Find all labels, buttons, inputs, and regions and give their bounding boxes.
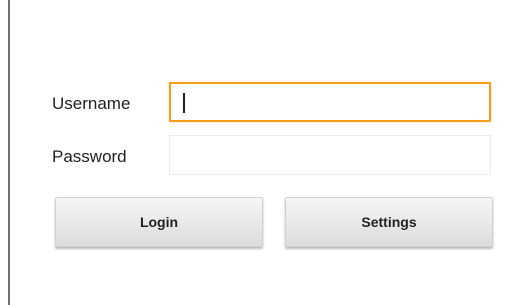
password-label: Password [52, 147, 127, 166]
login-button[interactable]: Login [55, 197, 263, 247]
login-screen: Username Password Login Settings [0, 0, 530, 305]
text-caret [183, 93, 185, 113]
left-divider [8, 0, 10, 305]
username-label: Username [52, 94, 131, 113]
password-input[interactable] [169, 135, 491, 175]
settings-button[interactable]: Settings [285, 197, 493, 247]
login-button-label: Login [139, 214, 179, 230]
username-input[interactable] [169, 82, 491, 122]
settings-button-label: Settings [361, 214, 417, 230]
